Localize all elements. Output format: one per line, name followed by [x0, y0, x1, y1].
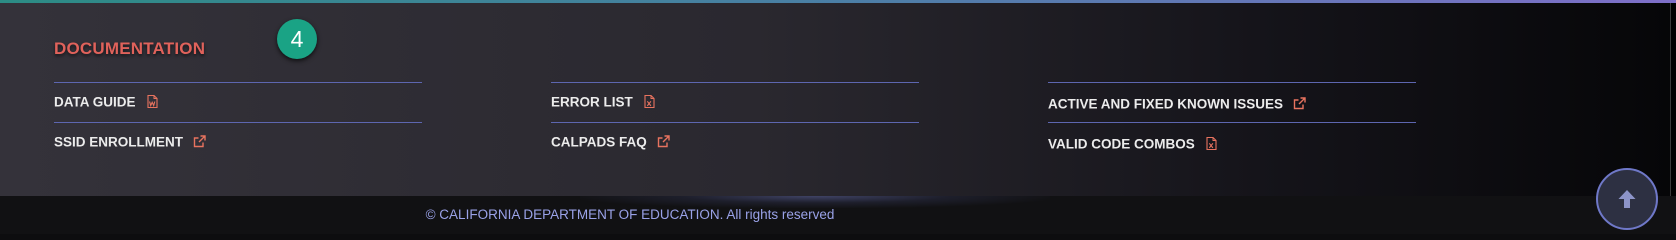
excel-document-icon: [642, 94, 657, 109]
calpads-faq-link[interactable]: CALPADS FAQ: [551, 122, 919, 162]
ssid-enrollment-link[interactable]: SSID ENROLLMENT: [54, 122, 422, 162]
footer: DOCUMENTATION 4 DATA GUIDE SSID ENROLLME…: [0, 0, 1676, 234]
excel-document-icon: [1204, 136, 1219, 151]
documentation-title: DOCUMENTATION: [54, 39, 206, 58]
ssid-enrollment-label: SSID ENROLLMENT: [54, 134, 184, 150]
external-link-icon: [1292, 96, 1307, 111]
known-issues-label: ACTIVE AND FIXED KNOWN ISSUES: [1048, 96, 1284, 112]
page-scrollbar-edge: [1670, 3, 1676, 196]
error-list-link[interactable]: ERROR LIST: [551, 82, 919, 122]
data-guide-label: DATA GUIDE: [54, 94, 136, 110]
data-guide-link[interactable]: DATA GUIDE: [54, 82, 422, 122]
word-document-icon: [145, 94, 160, 109]
scroll-to-top-button[interactable]: [1596, 168, 1658, 230]
doc-column-1: DATA GUIDE SSID ENROLLMENT: [54, 82, 422, 162]
arrow-up-icon: [1618, 190, 1636, 208]
error-list-label: ERROR LIST: [551, 94, 633, 110]
known-issues-link[interactable]: ACTIVE AND FIXED KNOWN ISSUES: [1048, 82, 1416, 122]
calpads-faq-label: CALPADS FAQ: [551, 134, 647, 150]
external-link-icon: [192, 134, 207, 149]
external-link-icon: [656, 134, 671, 149]
doc-column-3: ACTIVE AND FIXED KNOWN ISSUES VALID CODE…: [1048, 82, 1416, 162]
valid-code-combos-label: VALID CODE COMBOS: [1048, 136, 1195, 152]
valid-code-combos-link[interactable]: VALID CODE COMBOS: [1048, 122, 1416, 162]
doc-column-2: ERROR LIST CALPADS FAQ: [551, 82, 919, 162]
step-badge: 4: [277, 19, 317, 59]
copyright-text: © CALIFORNIA DEPARTMENT OF EDUCATION. Al…: [425, 207, 835, 222]
